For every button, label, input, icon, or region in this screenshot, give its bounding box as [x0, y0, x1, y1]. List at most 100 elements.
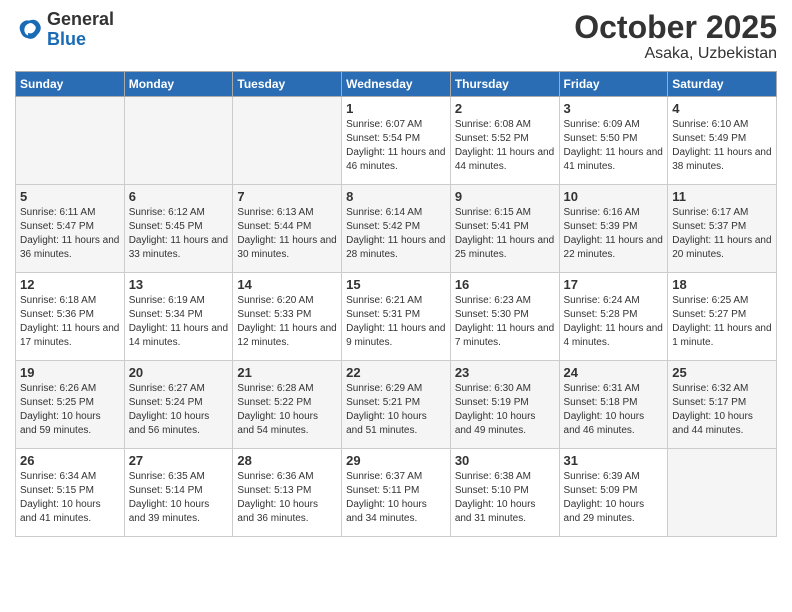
- calendar-day-cell: 5 Sunrise: 6:11 AM Sunset: 5:47 PM Daylig…: [16, 185, 125, 273]
- day-info: Sunrise: 6:21 AM Sunset: 5:31 PM Dayligh…: [346, 294, 446, 350]
- calendar-day-cell: 7 Sunrise: 6:13 AM Sunset: 5:44 PM Daylig…: [233, 185, 342, 273]
- day-number: 29: [346, 453, 446, 468]
- calendar-day-cell: 20 Sunrise: 6:27 AM Sunset: 5:24 PM Dayli…: [124, 361, 233, 449]
- day-number: 22: [346, 365, 446, 380]
- day-info: Sunrise: 6:32 AM Sunset: 5:17 PM Dayligh…: [672, 382, 772, 438]
- calendar-day-cell: 21 Sunrise: 6:28 AM Sunset: 5:22 PM Dayli…: [233, 361, 342, 449]
- calendar-day-cell: 4 Sunrise: 6:10 AM Sunset: 5:49 PM Daylig…: [668, 97, 777, 185]
- day-number: 5: [20, 189, 120, 204]
- calendar-week-row: 1 Sunrise: 6:07 AM Sunset: 5:54 PM Daylig…: [16, 97, 777, 185]
- day-number: 12: [20, 277, 120, 292]
- calendar-day-cell: [233, 97, 342, 185]
- day-number: 1: [346, 101, 446, 116]
- calendar-week-row: 26 Sunrise: 6:34 AM Sunset: 5:15 PM Dayli…: [16, 449, 777, 537]
- location-subtitle: Asaka, Uzbekistan: [574, 45, 777, 63]
- calendar-day-cell: 2 Sunrise: 6:08 AM Sunset: 5:52 PM Daylig…: [450, 97, 559, 185]
- calendar-day-cell: 18 Sunrise: 6:25 AM Sunset: 5:27 PM Dayli…: [668, 273, 777, 361]
- day-info: Sunrise: 6:14 AM Sunset: 5:42 PM Dayligh…: [346, 206, 446, 262]
- day-number: 24: [564, 365, 664, 380]
- day-info: Sunrise: 6:08 AM Sunset: 5:52 PM Dayligh…: [455, 118, 555, 174]
- day-number: 16: [455, 277, 555, 292]
- calendar-day-cell: 10 Sunrise: 6:16 AM Sunset: 5:39 PM Dayli…: [559, 185, 668, 273]
- logo: General Blue: [15, 10, 114, 50]
- day-number: 3: [564, 101, 664, 116]
- day-number: 2: [455, 101, 555, 116]
- day-info: Sunrise: 6:24 AM Sunset: 5:28 PM Dayligh…: [564, 294, 664, 350]
- calendar-day-cell: 30Sunrise: 6:38 AM Sunset: 5:10 PM Dayli…: [450, 449, 559, 537]
- logo-blue: Blue: [47, 30, 114, 50]
- day-info: Sunrise: 6:10 AM Sunset: 5:49 PM Dayligh…: [672, 118, 772, 174]
- calendar-day-cell: 13Sunrise: 6:19 AM Sunset: 5:34 PM Dayli…: [124, 273, 233, 361]
- calendar-day-cell: 6 Sunrise: 6:12 AM Sunset: 5:45 PM Daylig…: [124, 185, 233, 273]
- day-info: Sunrise: 6:39 AM Sunset: 5:09 PM Dayligh…: [564, 470, 664, 526]
- day-number: 7: [237, 189, 337, 204]
- calendar-day-cell: 29 Sunrise: 6:37 AM Sunset: 5:11 PM Dayli…: [342, 449, 451, 537]
- day-info: Sunrise: 6:12 AM Sunset: 5:45 PM Dayligh…: [129, 206, 229, 262]
- logo-general: General: [47, 10, 114, 30]
- logo-icon: [15, 16, 43, 44]
- day-number: 10: [564, 189, 664, 204]
- calendar-day-cell: 27 Sunrise: 6:35 AM Sunset: 5:14 PM Dayli…: [124, 449, 233, 537]
- calendar-day-cell: 19Sunrise: 6:26 AM Sunset: 5:25 PM Dayli…: [16, 361, 125, 449]
- day-number: 21: [237, 365, 337, 380]
- day-info: Sunrise: 6:13 AM Sunset: 5:44 PM Dayligh…: [237, 206, 337, 262]
- day-number: 27: [129, 453, 229, 468]
- calendar-day-cell: 11Sunrise: 6:17 AM Sunset: 5:37 PM Dayli…: [668, 185, 777, 273]
- day-number: 18: [672, 277, 772, 292]
- day-info: Sunrise: 6:18 AM Sunset: 5:36 PM Dayligh…: [20, 294, 120, 350]
- calendar-week-row: 19Sunrise: 6:26 AM Sunset: 5:25 PM Dayli…: [16, 361, 777, 449]
- weekday-header: Monday: [124, 72, 233, 97]
- day-info: Sunrise: 6:15 AM Sunset: 5:41 PM Dayligh…: [455, 206, 555, 262]
- calendar-day-cell: 24 Sunrise: 6:31 AM Sunset: 5:18 PM Dayli…: [559, 361, 668, 449]
- day-info: Sunrise: 6:16 AM Sunset: 5:39 PM Dayligh…: [564, 206, 664, 262]
- day-number: 8: [346, 189, 446, 204]
- calendar-day-cell: 31Sunrise: 6:39 AM Sunset: 5:09 PM Dayli…: [559, 449, 668, 537]
- calendar-day-cell: [16, 97, 125, 185]
- calendar-day-cell: 15 Sunrise: 6:21 AM Sunset: 5:31 PM Dayli…: [342, 273, 451, 361]
- calendar-day-cell: 8 Sunrise: 6:14 AM Sunset: 5:42 PM Daylig…: [342, 185, 451, 273]
- month-title: October 2025: [574, 10, 777, 45]
- calendar-day-cell: 12 Sunrise: 6:18 AM Sunset: 5:36 PM Dayli…: [16, 273, 125, 361]
- main-container: General Blue October 2025 Asaka, Uzbekis…: [0, 0, 792, 552]
- day-number: 13: [129, 277, 229, 292]
- logo-text: General Blue: [47, 10, 114, 50]
- day-info: Sunrise: 6:07 AM Sunset: 5:54 PM Dayligh…: [346, 118, 446, 174]
- calendar-day-cell: 16 Sunrise: 6:23 AM Sunset: 5:30 PM Dayli…: [450, 273, 559, 361]
- day-info: Sunrise: 6:36 AM Sunset: 5:13 PM Dayligh…: [237, 470, 337, 526]
- day-info: Sunrise: 6:26 AM Sunset: 5:25 PM Dayligh…: [20, 382, 120, 438]
- day-info: Sunrise: 6:29 AM Sunset: 5:21 PM Dayligh…: [346, 382, 446, 438]
- day-info: Sunrise: 6:37 AM Sunset: 5:11 PM Dayligh…: [346, 470, 446, 526]
- day-info: Sunrise: 6:25 AM Sunset: 5:27 PM Dayligh…: [672, 294, 772, 350]
- day-number: 6: [129, 189, 229, 204]
- day-number: 20: [129, 365, 229, 380]
- calendar-day-cell: 3Sunrise: 6:09 AM Sunset: 5:50 PM Daylig…: [559, 97, 668, 185]
- weekday-header: Thursday: [450, 72, 559, 97]
- calendar-day-cell: 28 Sunrise: 6:36 AM Sunset: 5:13 PM Dayli…: [233, 449, 342, 537]
- day-info: Sunrise: 6:20 AM Sunset: 5:33 PM Dayligh…: [237, 294, 337, 350]
- calendar-day-cell: 14 Sunrise: 6:20 AM Sunset: 5:33 PM Dayli…: [233, 273, 342, 361]
- day-info: Sunrise: 6:31 AM Sunset: 5:18 PM Dayligh…: [564, 382, 664, 438]
- calendar-week-row: 5 Sunrise: 6:11 AM Sunset: 5:47 PM Daylig…: [16, 185, 777, 273]
- day-info: Sunrise: 6:35 AM Sunset: 5:14 PM Dayligh…: [129, 470, 229, 526]
- day-number: 14: [237, 277, 337, 292]
- day-number: 26: [20, 453, 120, 468]
- weekday-header: Wednesday: [342, 72, 451, 97]
- calendar-day-cell: 26 Sunrise: 6:34 AM Sunset: 5:15 PM Dayli…: [16, 449, 125, 537]
- day-number: 28: [237, 453, 337, 468]
- calendar-day-cell: 23Sunrise: 6:30 AM Sunset: 5:19 PM Dayli…: [450, 361, 559, 449]
- day-number: 4: [672, 101, 772, 116]
- day-info: Sunrise: 6:28 AM Sunset: 5:22 PM Dayligh…: [237, 382, 337, 438]
- day-info: Sunrise: 6:17 AM Sunset: 5:37 PM Dayligh…: [672, 206, 772, 262]
- day-info: Sunrise: 6:11 AM Sunset: 5:47 PM Dayligh…: [20, 206, 120, 262]
- title-block: October 2025 Asaka, Uzbekistan: [574, 10, 777, 63]
- day-info: Sunrise: 6:23 AM Sunset: 5:30 PM Dayligh…: [455, 294, 555, 350]
- day-info: Sunrise: 6:27 AM Sunset: 5:24 PM Dayligh…: [129, 382, 229, 438]
- calendar-week-row: 12 Sunrise: 6:18 AM Sunset: 5:36 PM Dayli…: [16, 273, 777, 361]
- day-info: Sunrise: 6:38 AM Sunset: 5:10 PM Dayligh…: [455, 470, 555, 526]
- day-number: 9: [455, 189, 555, 204]
- calendar-day-cell: [668, 449, 777, 537]
- calendar-day-cell: 17 Sunrise: 6:24 AM Sunset: 5:28 PM Dayli…: [559, 273, 668, 361]
- day-number: 17: [564, 277, 664, 292]
- day-info: Sunrise: 6:34 AM Sunset: 5:15 PM Dayligh…: [20, 470, 120, 526]
- day-number: 15: [346, 277, 446, 292]
